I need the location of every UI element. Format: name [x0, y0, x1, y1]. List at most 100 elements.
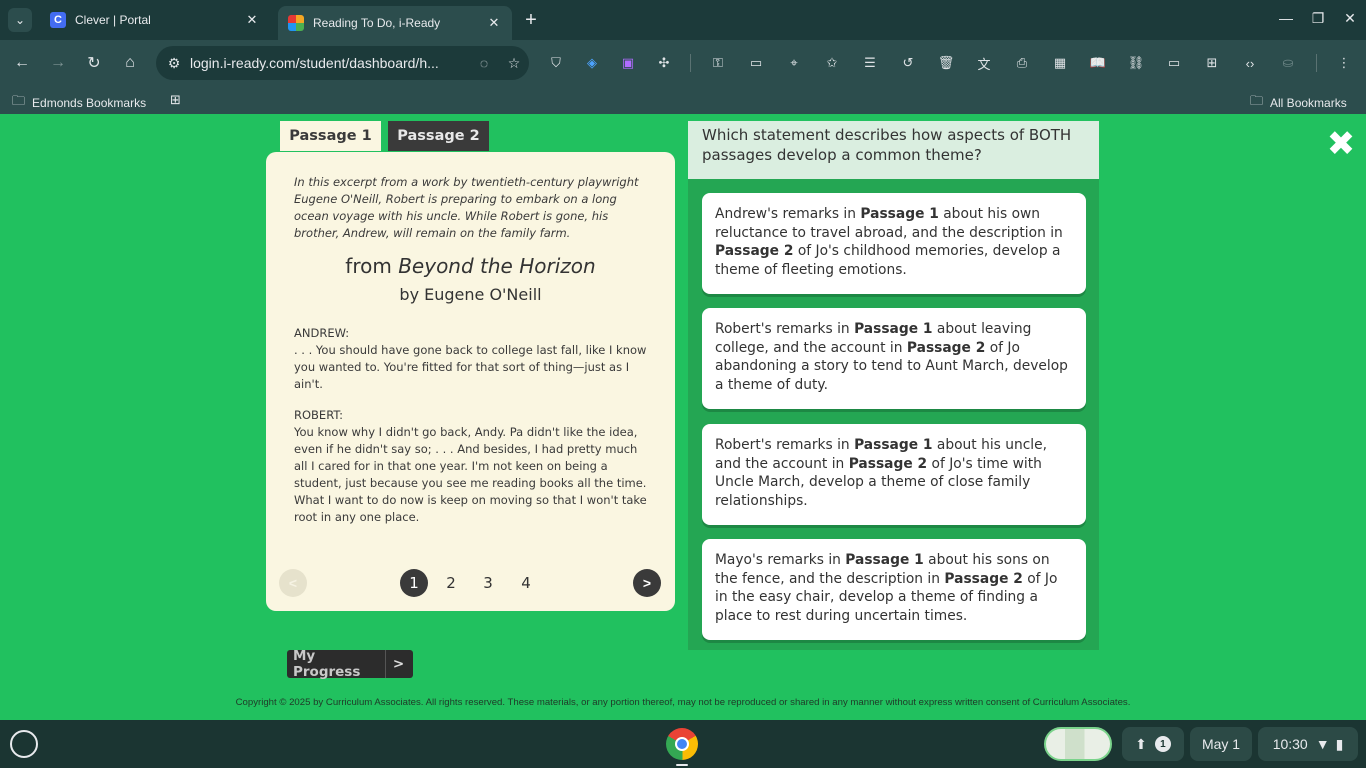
upload-icon: ⬆: [1135, 735, 1147, 752]
site-info-icon[interactable]: ⚙: [158, 55, 190, 72]
page-3-button[interactable]: 3: [474, 569, 502, 597]
answer-choice-2[interactable]: Robert's remarks in Passage 1 about leav…: [702, 308, 1086, 409]
status-tray[interactable]: 10:30 ▼ ▮: [1258, 727, 1358, 761]
bookmark-star-icon[interactable]: ✩: [822, 53, 842, 73]
extensions-puzzle-icon[interactable]: ✣: [654, 53, 674, 73]
tab-search-button[interactable]: ⌄: [8, 8, 32, 32]
incognito-icon[interactable]: ⛀: [1278, 53, 1298, 73]
close-window-icon[interactable]: ✕: [1340, 10, 1360, 27]
next-page-button[interactable]: >: [633, 569, 661, 597]
bookmark-folder-all[interactable]: 🗀 All Bookmarks: [1250, 92, 1347, 114]
question-panel: Which statement describes how aspects of…: [688, 121, 1099, 650]
shield-extension-icon[interactable]: ⛉: [546, 53, 566, 73]
bookmark-folder-edmonds[interactable]: 🗀 Edmonds Bookmarks: [12, 92, 146, 114]
answer-bold: Passage 2: [715, 243, 794, 260]
tab-strip: ⌄ C Clever | Portal ✕ Reading To Do, i-R…: [0, 0, 1366, 40]
close-lesson-icon[interactable]: ✖: [1326, 127, 1356, 161]
tab-passage-1[interactable]: Passage 1: [280, 121, 381, 151]
answer-bold: Passage 1: [845, 552, 924, 568]
clock-time: 10:30: [1272, 736, 1308, 752]
dialogue-robert: ROBERT: You know why I didn't go back, A…: [294, 407, 650, 526]
speech-text: You know why I didn't go back, Andy. Pa …: [294, 425, 647, 524]
chrome-app-icon[interactable]: [666, 728, 698, 760]
history-icon[interactable]: ↺: [898, 53, 918, 73]
date-button[interactable]: May 1: [1190, 727, 1252, 761]
tab-clever[interactable]: C Clever | Portal ✕: [40, 6, 270, 34]
fw-extension-icon[interactable]: ▣: [618, 53, 638, 73]
forward-icon[interactable]: →: [46, 51, 70, 75]
answer-choice-1[interactable]: Andrew's remarks in Passage 1 about his …: [702, 193, 1086, 294]
close-tab-icon[interactable]: ✕: [244, 12, 260, 28]
answer-text: Robert's remarks in: [715, 321, 855, 337]
passage-intro: In this excerpt from a work by twentieth…: [294, 175, 639, 240]
apps-grid-icon[interactable]: ⊞: [170, 92, 188, 108]
answer-bold: Passage 2: [906, 339, 986, 356]
restore-icon[interactable]: ❐: [1308, 10, 1328, 27]
chevron-right-icon: >: [385, 650, 411, 678]
iready-favicon-icon: [288, 15, 304, 31]
question-text: Which statement describes how aspects of…: [688, 121, 1099, 179]
code-icon[interactable]: ‹›: [1240, 53, 1260, 73]
passage-title: from Beyond the Horizon: [266, 254, 675, 278]
location-icon[interactable]: ⌖: [784, 53, 804, 73]
page-1-button[interactable]: 1: [400, 569, 428, 597]
link-icon[interactable]: ⛓: [1126, 53, 1146, 73]
bookmark-label: Edmonds Bookmarks: [32, 96, 147, 110]
bookmarks-bar: 🗀 Edmonds Bookmarks ⊞ 🗀 All Bookmarks: [0, 86, 1366, 114]
eye-off-icon[interactable]: ◌: [469, 55, 499, 71]
table-icon[interactable]: ⊞: [1202, 53, 1222, 73]
cast-icon[interactable]: ▭: [1164, 53, 1184, 73]
translate-icon[interactable]: 文: [974, 53, 994, 73]
star-icon[interactable]: ☆: [499, 55, 529, 72]
new-tab-button[interactable]: +: [520, 9, 542, 31]
chevron-down-icon: ⌄: [14, 13, 26, 27]
answer-text: Robert's remarks in: [715, 437, 855, 453]
tab-passage-2[interactable]: Passage 2: [388, 121, 489, 151]
reading-mode-icon[interactable]: 📖: [1088, 53, 1108, 73]
home-icon[interactable]: ⌂: [118, 51, 142, 75]
reload-icon[interactable]: ↻: [82, 51, 106, 75]
answer-choice-3[interactable]: Robert's remarks in Passage 1 about his …: [702, 424, 1086, 525]
notification-tray[interactable]: ⬆ 1: [1122, 727, 1184, 761]
answer-bold: Passage 1: [860, 206, 939, 222]
card-icon[interactable]: ▭: [746, 53, 766, 73]
bookmark-label: All Bookmarks: [1270, 96, 1347, 110]
url-text[interactable]: login.i-ready.com/student/dashboard/h...: [190, 55, 469, 71]
my-progress-button[interactable]: My Progress >: [287, 648, 413, 680]
dialogue-andrew: ANDREW: . . . You should have gone back …: [294, 325, 650, 393]
tab-iready[interactable]: Reading To Do, i-Ready ✕: [278, 6, 512, 40]
answer-choice-4[interactable]: Mayo's remarks in Passage 1 about his so…: [702, 539, 1086, 640]
holding-space-thumbnails[interactable]: [1044, 727, 1112, 761]
toolbar-divider: [690, 54, 691, 72]
notification-count: 1: [1154, 736, 1171, 752]
copyright-footer: Copyright © 2025 by Curriculum Associate…: [235, 697, 1131, 708]
minimize-icon[interactable]: —: [1276, 10, 1296, 26]
page-4-button[interactable]: 4: [512, 569, 540, 597]
speech-text: . . . You should have gone back to colle…: [294, 343, 647, 391]
app-running-indicator: [676, 764, 688, 766]
answer-text: Andrew's remarks in: [715, 206, 861, 222]
prev-page-button[interactable]: <: [279, 569, 307, 597]
delete-icon[interactable]: 🗑: [936, 53, 956, 73]
back-icon[interactable]: ←: [10, 51, 34, 75]
reading-list-icon[interactable]: ☰: [860, 53, 880, 73]
folder-icon: 🗀: [1250, 93, 1264, 108]
title-prefix: from: [345, 254, 392, 278]
os-shelf: ⬆ 1 May 1 10:30 ▼ ▮: [0, 720, 1366, 768]
more-menu-icon[interactable]: ⋮: [1334, 53, 1354, 73]
print-icon[interactable]: ⎙: [1012, 53, 1032, 73]
passage-author: by Eugene O'Neill: [399, 285, 542, 304]
answer-bold: Passage 2: [944, 570, 1023, 587]
launcher-icon[interactable]: [10, 730, 38, 758]
tab-title: Reading To Do, i-Ready: [313, 16, 441, 30]
vpn-extension-icon[interactable]: ◈: [582, 53, 602, 73]
page-2-button[interactable]: 2: [437, 569, 465, 597]
address-bar[interactable]: ⚙ login.i-ready.com/student/dashboard/h.…: [156, 46, 529, 80]
close-tab-icon[interactable]: ✕: [486, 15, 502, 31]
key-icon[interactable]: ⚿: [708, 53, 728, 73]
title-work: Beyond the Horizon: [398, 254, 596, 278]
iready-lesson-page: ✖ Passage 1 Passage 2 In this excerpt fr…: [0, 121, 1366, 720]
wifi-icon: ▼: [1315, 736, 1330, 752]
answer-bold: Passage 1: [854, 321, 933, 337]
qr-code-icon[interactable]: ▦: [1050, 53, 1070, 73]
